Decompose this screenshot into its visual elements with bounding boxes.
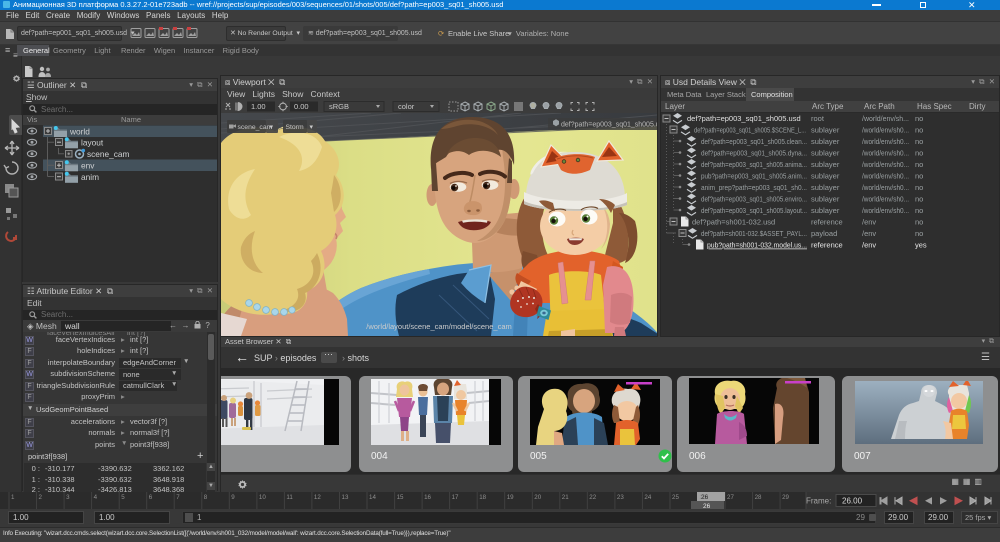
svg-text:21: 21 [562,494,569,501]
svg-text:reference: reference [811,241,843,250]
svg-text:17: 17 [452,494,459,501]
svg-text:world: world [69,126,90,136]
svg-text:layout: layout [81,138,104,148]
svg-text:scene_cam: scene_cam [238,124,273,131]
svg-text:24: 24 [644,494,651,501]
svg-text:no: no [915,229,923,238]
svg-text:no: no [915,195,923,204]
svg-text:def?path=ep003_sq01_sh005.envi: def?path=ep003_sq01_sh005.enviro... [701,195,807,204]
svg-text:6: 6 [149,494,153,501]
svg-text:def?path=ep003_sq01_sh005.$SCE: def?path=ep003_sq01_sh005.$SCENE_L... [694,126,806,135]
svg-text:23: 23 [617,494,624,501]
svg-text:7: 7 [176,494,180,501]
svg-text:11: 11 [286,494,293,501]
svg-text:▾: ▾ [270,124,274,131]
svg-text:anim: anim [81,172,99,182]
svg-text:sublayer: sublayer [811,126,840,135]
svg-text:1.00: 1.00 [251,102,266,111]
svg-text:/world/env/sh0...: /world/env/sh0... [862,149,909,158]
svg-text:pub?path=sh001-032.model.us...: pub?path=sh001-032.model.us... [707,241,807,250]
svg-text:pub?path=ep003_sq01_sh005.anim: pub?path=ep003_sq01_sh005.anim... [701,172,807,181]
svg-text:def?path=ep003_sq01_sh005.usd: def?path=ep003_sq01_sh005.usd [687,114,801,123]
svg-text:14: 14 [369,494,376,501]
svg-text:sublayer: sublayer [811,206,840,215]
svg-text:22: 22 [589,494,596,501]
svg-text:no: no [915,137,923,146]
svg-text:3: 3 [66,494,70,501]
svg-text:/env: /env [862,229,876,238]
svg-text:9: 9 [231,494,235,501]
svg-text:/env: /env [862,241,876,250]
svg-text:4: 4 [94,494,98,501]
svg-text:1: 1 [11,494,15,501]
svg-text:no: no [915,206,923,215]
svg-text:/world/env/sh0...: /world/env/sh0... [862,183,909,192]
svg-text:sublayer: sublayer [811,160,840,169]
svg-text:▾: ▾ [310,124,314,131]
svg-text:no: no [915,172,923,181]
svg-text:25: 25 [672,494,679,501]
svg-text:def?path=ep003_sq01_sh005.dyna: def?path=ep003_sq01_sh005.dyna... [701,149,807,158]
svg-text:reference: reference [811,218,843,227]
svg-text:no: no [915,160,923,169]
svg-text:/world/env/sh0...: /world/env/sh0... [862,206,909,215]
svg-text:13: 13 [342,494,349,501]
svg-text:Frame:: Frame: [806,497,831,506]
svg-text:sublayer: sublayer [811,137,840,146]
svg-text:/world/env/sh0...: /world/env/sh0... [862,172,909,181]
svg-text:def?path=ep003_sq01_sh005.anim: def?path=ep003_sq01_sh005.anima... [701,160,807,169]
svg-text:/world/env/sh0...: /world/env/sh0... [862,137,909,146]
svg-text:def?path=ep003_sq01_sh005.clea: def?path=ep003_sq01_sh005.clean... [701,137,807,146]
svg-text:sublayer: sublayer [811,172,840,181]
svg-text:no: no [915,114,923,123]
svg-text:sublayer: sublayer [811,149,840,158]
svg-text:no: no [915,126,923,135]
svg-text:/world/env/sh...: /world/env/sh... [862,114,909,123]
svg-text:no: no [915,183,923,192]
svg-text:sublayer: sublayer [811,195,840,204]
svg-text:def?path=sh001-032.usd: def?path=sh001-032.usd [692,218,775,227]
svg-text:color: color [398,102,415,111]
svg-text:sRGB: sRGB [329,102,349,111]
svg-text:def?path=ep003_sq01_sh005.usd: def?path=ep003_sq01_sh005.usd [561,122,657,129]
svg-text:sublayer: sublayer [811,183,840,192]
svg-text:29: 29 [782,494,789,501]
svg-text:8: 8 [204,494,208,501]
svg-text:/world/env/sh0...: /world/env/sh0... [862,126,909,135]
svg-text:20: 20 [534,494,541,501]
svg-text:0.00: 0.00 [294,102,309,111]
svg-text:26.00: 26.00 [842,497,863,506]
svg-text:/world/env/sh0...: /world/env/sh0... [862,160,909,169]
svg-text:/env: /env [862,218,876,227]
svg-text:16: 16 [424,494,431,501]
svg-text:no: no [915,149,923,158]
svg-text:Storm: Storm [286,124,304,131]
svg-text:27: 27 [727,494,734,501]
svg-text:10: 10 [259,494,266,501]
svg-text:12: 12 [314,494,321,501]
svg-text:scene_cam: scene_cam [87,149,130,159]
svg-text:2: 2 [39,494,43,501]
svg-text:15: 15 [397,494,404,501]
svg-text:payload: payload [811,229,837,238]
svg-text:26: 26 [701,494,709,501]
svg-text:anim_prep?path=ep003_sq01_sh0.: anim_prep?path=ep003_sq01_sh0... [701,183,807,192]
svg-text:18: 18 [479,494,486,501]
svg-text:19: 19 [507,494,514,501]
svg-text:env: env [81,161,95,171]
svg-text:root: root [811,114,825,123]
svg-text:yes: yes [915,241,927,250]
svg-text:/world/layout/scene_cam/model/: /world/layout/scene_cam/model/scene_cam [366,322,512,331]
svg-text:28: 28 [755,494,762,501]
svg-text:def?path=ep003_sq01_sh005.layo: def?path=ep003_sq01_sh005.layout... [701,206,807,215]
svg-text:def?path=sh001-032.$ASSET_PAYL: def?path=sh001-032.$ASSET_PAYL... [701,229,807,238]
svg-text:no: no [915,218,923,227]
svg-text:/world/env/sh0...: /world/env/sh0... [862,195,909,204]
svg-text:5: 5 [121,494,125,501]
